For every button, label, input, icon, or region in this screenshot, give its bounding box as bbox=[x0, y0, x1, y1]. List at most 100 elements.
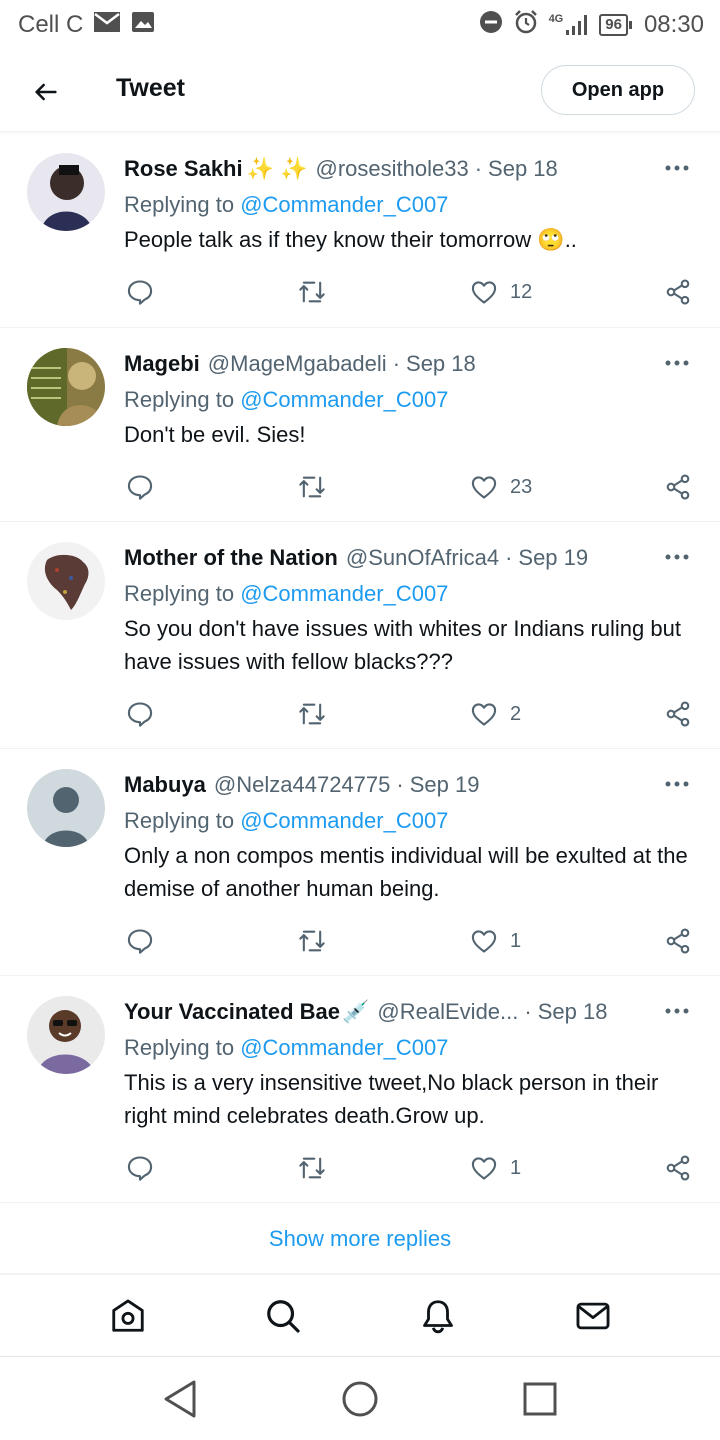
like-button[interactable]: 23 bbox=[470, 471, 532, 503]
reply-date[interactable]: Sep 19 bbox=[518, 542, 588, 574]
separator-dot: · bbox=[396, 772, 404, 797]
reply-text: So you don't have issues with whites or … bbox=[124, 616, 681, 674]
back-button[interactable] bbox=[26, 72, 66, 112]
signal-icon: 4G bbox=[549, 14, 590, 36]
separator-dot: · bbox=[524, 999, 532, 1024]
more-options-button[interactable] bbox=[662, 542, 692, 572]
author-handle[interactable]: @SunOfAfrica4 bbox=[346, 542, 499, 574]
reply-button[interactable] bbox=[126, 1152, 154, 1184]
nav-search[interactable] bbox=[253, 1286, 313, 1346]
author-name[interactable]: Rose Sakhi bbox=[124, 153, 243, 185]
like-button[interactable]: 1 bbox=[470, 925, 521, 957]
mention-link[interactable]: @Commander_C007 bbox=[240, 581, 448, 606]
share-icon bbox=[666, 701, 690, 727]
avatar[interactable] bbox=[27, 996, 105, 1074]
reply-date[interactable]: Sep 18 bbox=[538, 996, 608, 1028]
reply-date[interactable]: Sep 18 bbox=[488, 153, 558, 185]
reply-date[interactable]: Sep 19 bbox=[410, 769, 480, 801]
reply-button[interactable] bbox=[126, 471, 154, 503]
retweet-icon bbox=[299, 930, 325, 952]
avatar[interactable] bbox=[27, 542, 105, 620]
share-button[interactable] bbox=[664, 698, 692, 730]
battery-indicator: 96 bbox=[599, 14, 632, 36]
clock: 08:30 bbox=[643, 11, 704, 38]
retweet-icon bbox=[299, 281, 325, 303]
mention-link[interactable]: @Commander_C007 bbox=[240, 1035, 448, 1060]
more-options-button[interactable] bbox=[662, 348, 692, 378]
reply-button[interactable] bbox=[126, 925, 154, 957]
more-options-button[interactable] bbox=[662, 769, 692, 799]
separator-dot: · bbox=[392, 351, 401, 376]
reply-item[interactable]: Rose Sakhi ✨ ✨ @rosesithole33 · Sep 18 R… bbox=[0, 133, 720, 328]
carrier-label: Cell C bbox=[18, 11, 84, 38]
action-bar: 12 bbox=[124, 276, 692, 308]
avatar[interactable] bbox=[27, 769, 105, 847]
nav-home[interactable] bbox=[98, 1286, 158, 1346]
author-handle[interactable]: @MageMgabadeli bbox=[208, 348, 387, 380]
nav-messages[interactable] bbox=[563, 1286, 623, 1346]
alarm-icon bbox=[513, 9, 539, 42]
avatar[interactable] bbox=[27, 348, 105, 426]
reply-text: People talk as if they know their tomorr… bbox=[124, 227, 577, 252]
share-icon bbox=[666, 1155, 690, 1181]
mention-link[interactable]: @Commander_C007 bbox=[240, 192, 448, 217]
header: Tweet Open app bbox=[0, 50, 720, 132]
share-button[interactable] bbox=[664, 471, 692, 503]
like-count: 12 bbox=[510, 280, 533, 303]
home-icon bbox=[111, 1299, 144, 1332]
replies-list: Rose Sakhi ✨ ✨ @rosesithole33 · Sep 18 R… bbox=[0, 133, 720, 1203]
more-icon bbox=[665, 1008, 689, 1014]
share-icon bbox=[666, 474, 690, 500]
more-options-button[interactable] bbox=[662, 996, 692, 1026]
retweet-button[interactable] bbox=[298, 925, 326, 957]
share-icon bbox=[666, 279, 690, 305]
reply-text: Only a non compos mentis individual will… bbox=[124, 843, 688, 901]
like-button[interactable]: 12 bbox=[470, 276, 532, 308]
show-more-replies-link[interactable]: Show more replies bbox=[0, 1204, 720, 1274]
author-handle[interactable]: @rosesithole33 bbox=[316, 153, 469, 185]
author-name[interactable]: Magebi bbox=[124, 348, 200, 380]
replying-prefix: Replying to bbox=[124, 1035, 235, 1060]
like-button[interactable]: 1 bbox=[470, 1152, 521, 1184]
name-emoji: ✨ ✨ bbox=[246, 156, 308, 181]
author-handle[interactable]: @RealEvide... bbox=[377, 996, 518, 1028]
like-button[interactable]: 2 bbox=[470, 698, 521, 730]
avatar[interactable] bbox=[27, 153, 105, 231]
nav-notifications[interactable] bbox=[408, 1286, 468, 1346]
share-button[interactable] bbox=[664, 276, 692, 308]
retweet-button[interactable] bbox=[298, 471, 326, 503]
author-name[interactable]: Your Vaccinated Bae bbox=[124, 996, 340, 1028]
more-icon bbox=[665, 360, 689, 366]
more-options-button[interactable] bbox=[662, 153, 692, 183]
image-notification-icon bbox=[131, 11, 155, 40]
author-name[interactable]: Mabuya bbox=[124, 769, 206, 801]
author-name[interactable]: Mother of the Nation bbox=[124, 542, 338, 574]
action-bar: 23 bbox=[124, 471, 692, 503]
separator-dot: · bbox=[505, 545, 513, 570]
system-back-button[interactable] bbox=[160, 1379, 200, 1419]
retweet-icon bbox=[299, 476, 325, 498]
reply-item[interactable]: Mother of the Nation @SunOfAfrica4 · Sep… bbox=[0, 522, 720, 749]
share-icon bbox=[666, 928, 690, 954]
reply-icon bbox=[127, 1156, 153, 1181]
reply-item[interactable]: Your Vaccinated Bae 💉 @RealEvide... · Se… bbox=[0, 976, 720, 1203]
reply-item[interactable]: Mabuya @Nelza44724775 · Sep 19 Replying … bbox=[0, 749, 720, 976]
share-button[interactable] bbox=[664, 1152, 692, 1184]
retweet-button[interactable] bbox=[298, 1152, 326, 1184]
system-recents-button[interactable] bbox=[520, 1379, 560, 1419]
author-handle[interactable]: @Nelza44724775 bbox=[214, 769, 390, 801]
mention-link[interactable]: @Commander_C007 bbox=[240, 808, 448, 833]
reply-text: This is a very insensitive tweet,No blac… bbox=[124, 1070, 659, 1128]
mention-link[interactable]: @Commander_C007 bbox=[240, 387, 448, 412]
retweet-button[interactable] bbox=[298, 276, 326, 308]
reply-item[interactable]: Magebi @MageMgabadeli · Sep 18 Replying … bbox=[0, 328, 720, 522]
retweet-button[interactable] bbox=[298, 698, 326, 730]
system-home-button[interactable] bbox=[340, 1379, 380, 1419]
heart-icon bbox=[471, 281, 497, 304]
status-bar: Cell C 4G 96 08:30 bbox=[0, 0, 720, 50]
share-button[interactable] bbox=[664, 925, 692, 957]
reply-date[interactable]: Sep 18 bbox=[406, 348, 476, 380]
reply-button[interactable] bbox=[126, 276, 154, 308]
reply-button[interactable] bbox=[126, 698, 154, 730]
open-app-button[interactable]: Open app bbox=[541, 65, 695, 115]
